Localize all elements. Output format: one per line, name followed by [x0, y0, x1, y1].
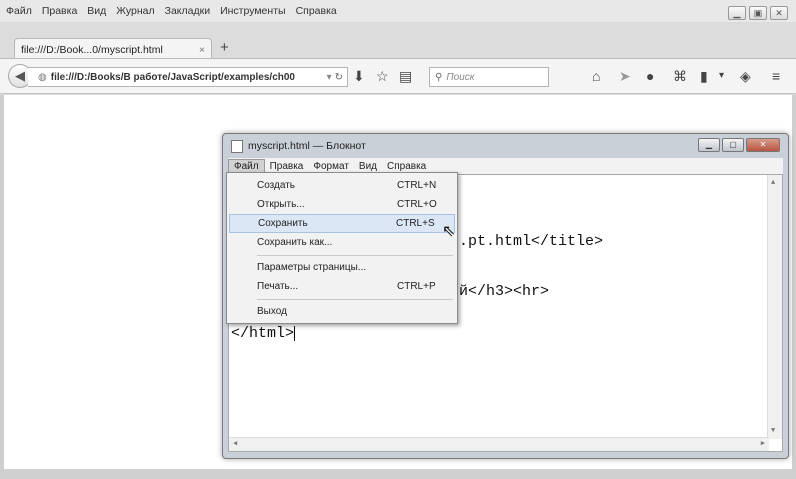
menu-history[interactable]: Журнал	[116, 5, 154, 17]
menu-item-label: Выход	[257, 306, 287, 317]
menu-item-label: Сохранить как...	[257, 237, 333, 248]
url-bar[interactable]: ◍ file:///D:/Books/В работе/JavaScript/e…	[28, 67, 348, 87]
notepad-menu-format[interactable]: Формат	[308, 160, 354, 173]
code-line: </html>	[231, 325, 295, 342]
tab-title: file:///D:/Book...0/myscript.html	[21, 43, 163, 56]
download-icon[interactable]: ⬇	[353, 68, 365, 84]
notepad-menu-help[interactable]: Справка	[382, 160, 431, 173]
browser-menubar: Файл Правка Вид Журнал Закладки Инструме…	[0, 0, 796, 22]
scroll-up-icon[interactable]: ▲	[771, 179, 775, 187]
menu-view[interactable]: Вид	[87, 5, 106, 17]
mouse-pointer-icon: ⇖	[442, 223, 456, 240]
notepad-menu-edit[interactable]: Правка	[265, 160, 309, 173]
horizontal-scrollbar[interactable]: ◀ ▶	[229, 437, 769, 451]
notepad-title: myscript.html — Блокнот	[248, 140, 366, 152]
menu-item-label: Открыть...	[257, 199, 305, 210]
menu-bookmarks[interactable]: Закладки	[165, 5, 210, 17]
menu-item-label: Создать	[257, 180, 296, 191]
file-menu-dropdown: Создать CTRL+N Открыть... CTRL+O Сохрани…	[226, 172, 458, 324]
reload-icon[interactable]: ↻	[335, 72, 343, 83]
scroll-down-icon[interactable]: ▼	[771, 427, 775, 435]
navigation-toolbar: ◀ ◍ file:///D:/Books/В работе/JavaScript…	[0, 58, 796, 94]
send-icon[interactable]: ➤	[619, 68, 631, 84]
url-text: file:///D:/Books/В работе/JavaScript/exa…	[50, 71, 295, 83]
browser-window-controls: ▁ ▣ ✕	[728, 6, 788, 20]
code-line: .pt.html</title>	[459, 233, 604, 250]
scroll-left-icon[interactable]: ◀	[233, 439, 237, 448]
globe-icon: ◍	[38, 71, 47, 83]
hamburger-menu-icon[interactable]: ≡	[772, 68, 780, 84]
menu-item-save-as[interactable]: Сохранить как...	[229, 233, 455, 252]
maximize-button[interactable]: ▣	[749, 6, 767, 20]
notepad-window-controls: ▁ ▢ ✕	[698, 138, 780, 152]
close-button[interactable]: ✕	[770, 6, 788, 20]
search-icon: ⚲	[435, 71, 443, 83]
tab-myscript[interactable]: file:///D:/Book...0/myscript.html ×	[14, 38, 212, 60]
menu-help[interactable]: Справка	[296, 5, 337, 17]
menu-edit[interactable]: Правка	[42, 5, 77, 17]
menu-item-open[interactable]: Открыть... CTRL+O	[229, 195, 455, 214]
puzzle-icon[interactable]: ⌘	[673, 68, 687, 84]
home-icon[interactable]: ⌂	[592, 68, 600, 84]
menu-item-page-setup[interactable]: Параметры страницы...	[229, 258, 455, 277]
menu-file[interactable]: Файл	[6, 5, 32, 17]
notepad-menu-view[interactable]: Вид	[354, 160, 382, 173]
menu-item-shortcut: CTRL+N	[397, 180, 437, 191]
notepad-close-button[interactable]: ✕	[746, 138, 780, 152]
search-placeholder: Поиск	[446, 71, 475, 83]
scroll-right-icon[interactable]: ▶	[761, 439, 765, 448]
menu-item-label: Сохранить	[258, 218, 308, 229]
code-line: й</h3><hr>	[459, 283, 550, 300]
chat-icon[interactable]: ●	[646, 68, 654, 84]
text-caret	[294, 325, 296, 341]
menu-item-print[interactable]: Печать... CTRL+P	[229, 277, 455, 296]
menu-separator	[257, 299, 453, 300]
menu-item-label: Печать...	[257, 281, 299, 292]
notepad-minimize-button[interactable]: ▁	[698, 138, 720, 152]
sync-icon[interactable]: ◈	[740, 68, 751, 84]
notepad-icon	[231, 139, 243, 153]
vertical-scrollbar[interactable]: ▲ ▼	[767, 175, 782, 439]
menu-item-shortcut: CTRL+O	[397, 199, 437, 210]
tab-close-icon[interactable]: ×	[199, 44, 205, 56]
menu-tools[interactable]: Инструменты	[220, 5, 285, 17]
library-dropdown-icon[interactable]: ▾	[719, 68, 724, 84]
menu-item-save[interactable]: Сохранить CTRL+S	[229, 214, 455, 233]
menu-item-label: Параметры страницы...	[257, 262, 367, 273]
menu-item-new[interactable]: Создать CTRL+N	[229, 176, 455, 195]
menu-item-exit[interactable]: Выход	[229, 302, 455, 321]
url-dropdown-icon[interactable]: ▾	[327, 72, 332, 83]
reader-icon[interactable]: ▤	[399, 68, 412, 84]
tab-strip: file:///D:/Book...0/myscript.html × +	[0, 22, 796, 60]
new-tab-icon[interactable]: +	[220, 38, 229, 58]
menu-separator	[257, 255, 453, 256]
menu-item-shortcut: CTRL+P	[397, 281, 436, 292]
minimize-button[interactable]: ▁	[728, 6, 746, 20]
star-icon[interactable]: ☆	[376, 68, 389, 84]
notepad-maximize-button[interactable]: ▢	[722, 138, 744, 152]
code-line-with-caret: </html>	[231, 325, 296, 342]
search-input[interactable]: ⚲ Поиск	[429, 67, 549, 87]
library-icon[interactable]: ▮	[700, 68, 708, 84]
